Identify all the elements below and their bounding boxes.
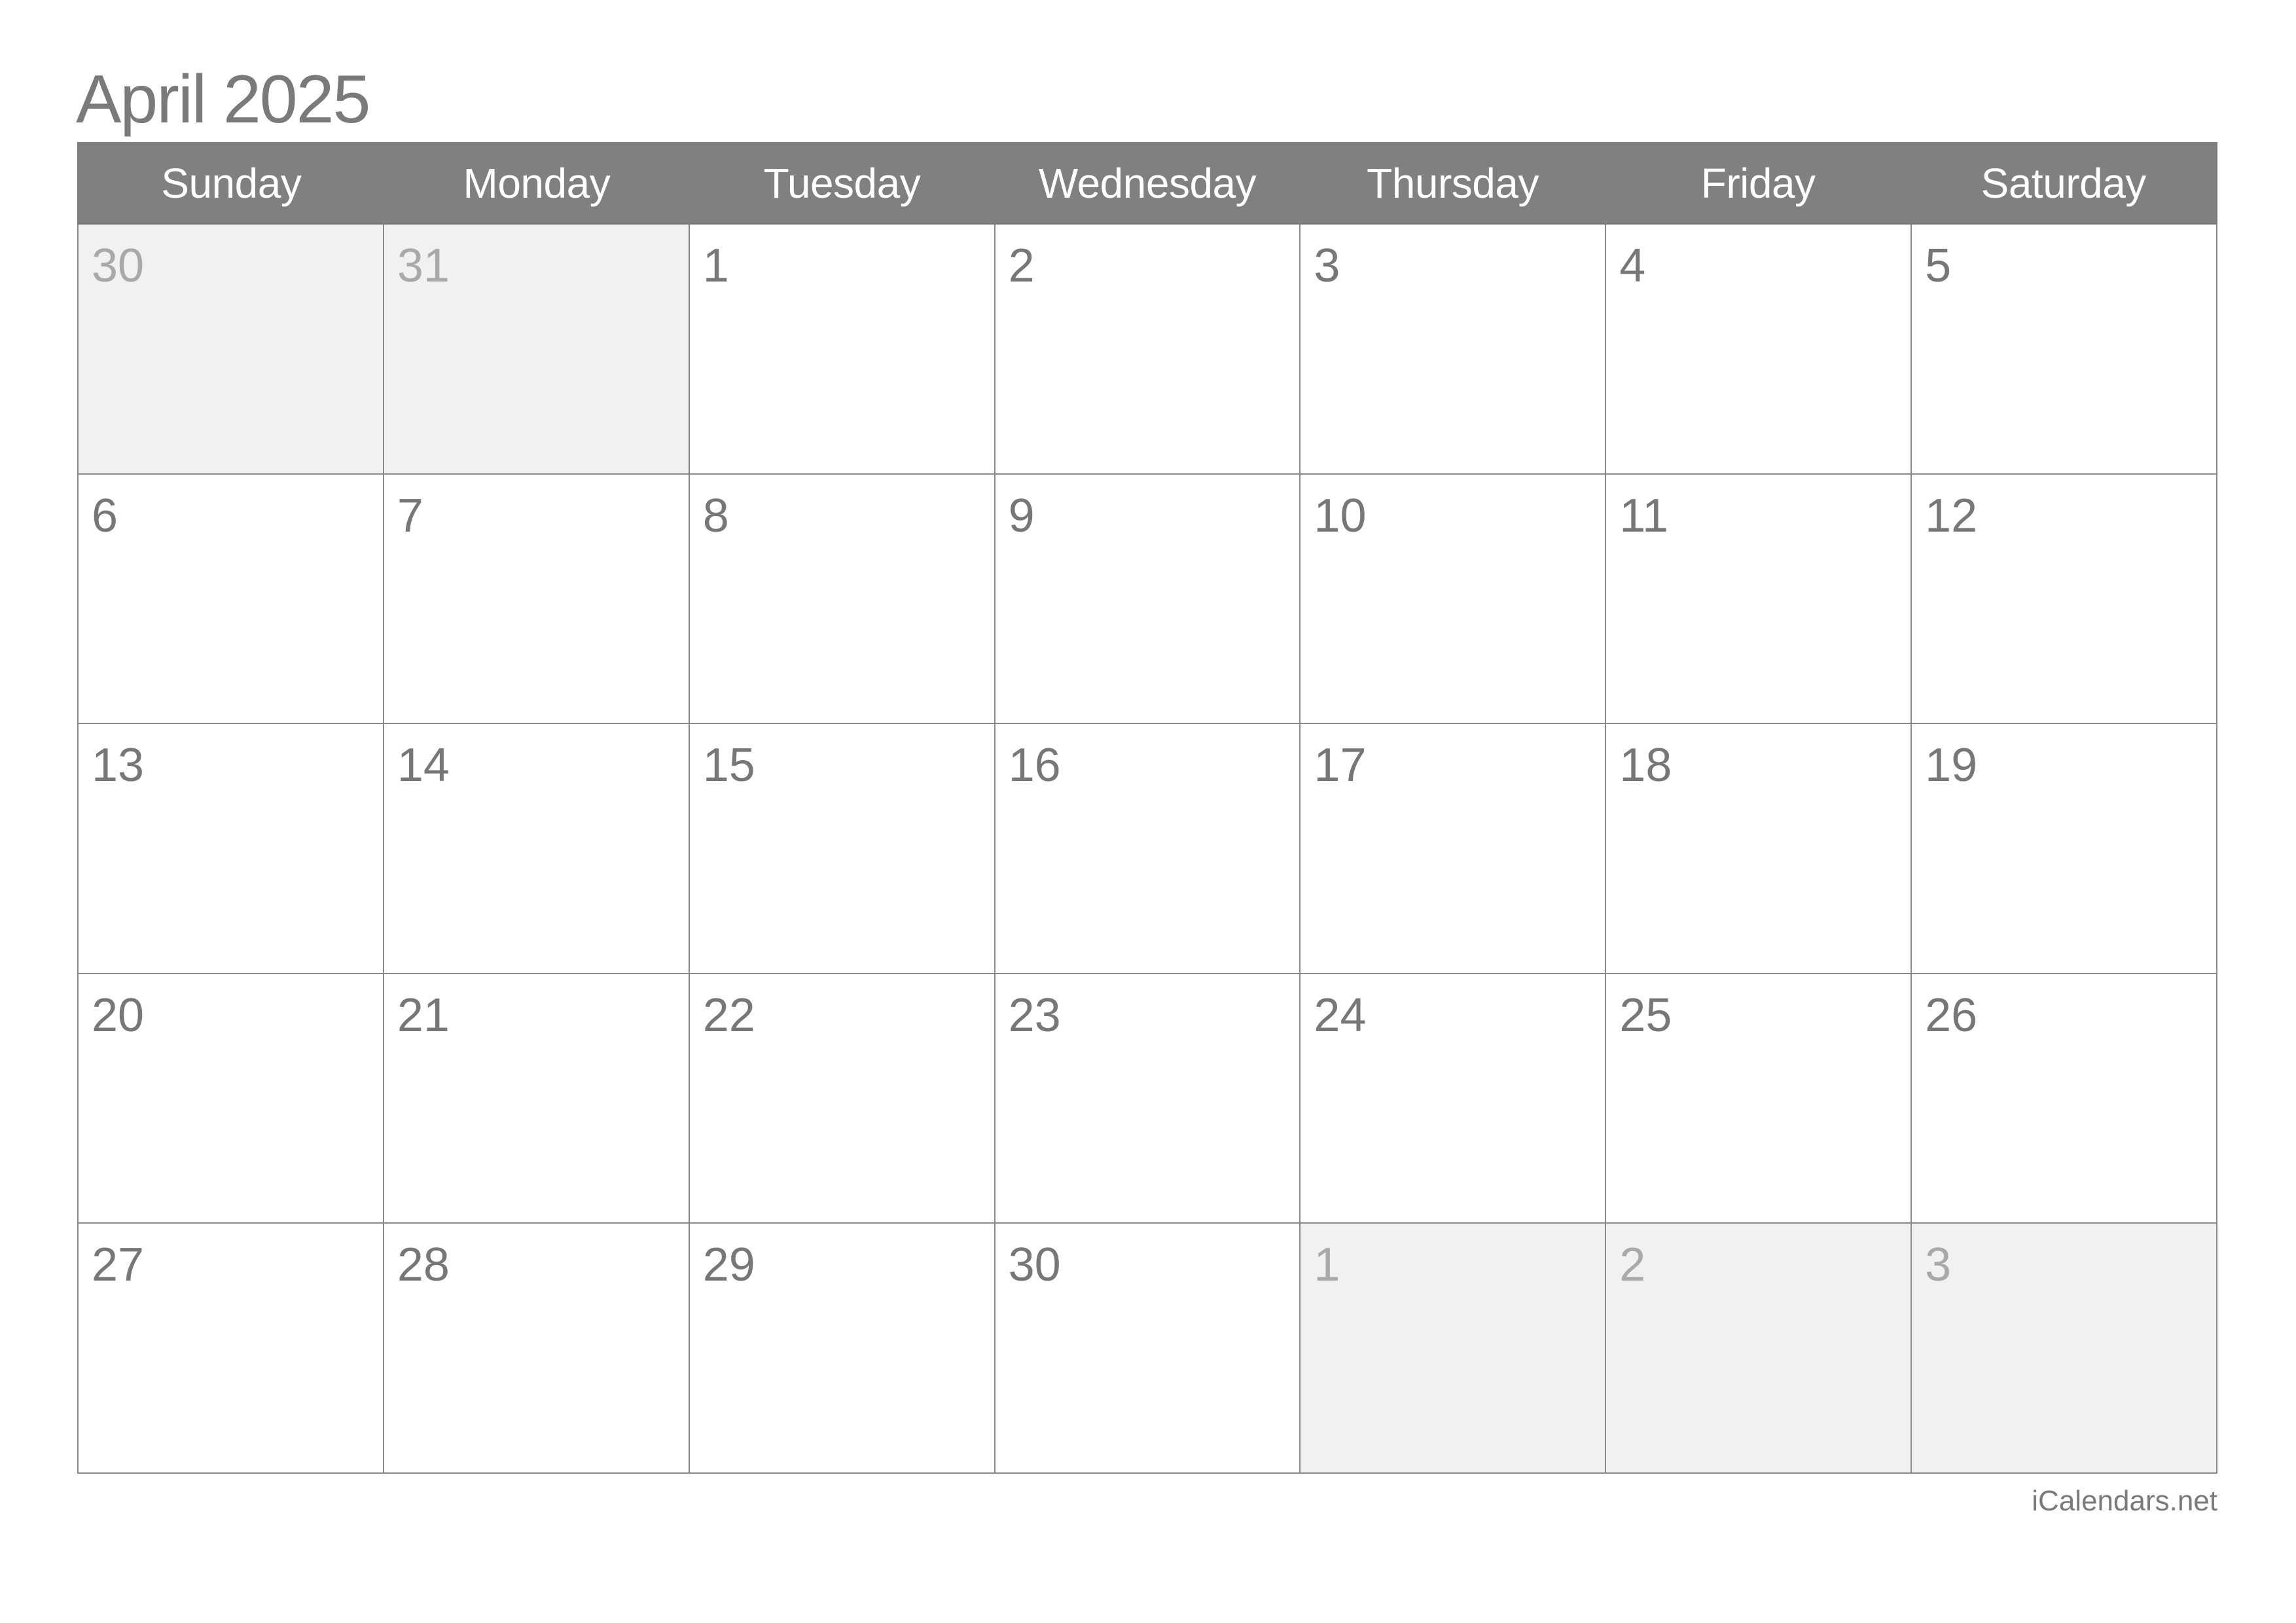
day-number: 12 — [1925, 489, 1978, 542]
day-cell: 25 — [1606, 974, 1912, 1224]
day-cell: 28 — [384, 1224, 690, 1474]
footer-credit: iCalendars.net — [2032, 1485, 2217, 1517]
day-number: 2 — [1619, 1239, 1646, 1292]
day-cell-other-month: 30 — [79, 225, 384, 475]
day-number: 25 — [1619, 989, 1672, 1042]
day-number: 23 — [1008, 989, 1061, 1042]
day-cell: 21 — [384, 974, 690, 1224]
day-number: 11 — [1619, 489, 1669, 542]
day-number: 18 — [1619, 739, 1672, 792]
day-cell: 3 — [1300, 225, 1607, 475]
day-cell: 10 — [1300, 474, 1607, 725]
day-cell: 8 — [689, 474, 996, 725]
weekday-thursday: Thursday — [1367, 160, 1539, 207]
day-cell-other-month: 3 — [1912, 1224, 2217, 1474]
day-number: 28 — [397, 1239, 450, 1292]
day-number: 5 — [1925, 240, 1952, 292]
weekday-sunday: Sunday — [161, 160, 302, 207]
day-cell: 5 — [1912, 225, 2217, 475]
weekday-friday: Friday — [1700, 160, 1816, 207]
day-cell: 29 — [689, 1224, 996, 1474]
day-cell-other-month: 1 — [1300, 1224, 1607, 1474]
calendar-title: April 2025 — [76, 62, 370, 137]
day-number: 30 — [1008, 1239, 1061, 1292]
day-cell: 30 — [995, 1224, 1301, 1474]
day-cell: 19 — [1912, 724, 2217, 974]
day-number: 22 — [702, 989, 755, 1042]
day-number: 13 — [92, 739, 145, 792]
weekday-monday: Monday — [463, 160, 611, 207]
day-cell: 7 — [384, 474, 690, 725]
day-number: 3 — [1925, 1239, 1952, 1292]
day-cell: 23 — [995, 974, 1301, 1224]
day-cell: 18 — [1606, 724, 1912, 974]
day-number: 16 — [1008, 739, 1061, 792]
weekday-header: Sunday Monday Tuesday Wednesday Thursday… — [77, 142, 2217, 225]
weekday-saturday: Saturday — [1981, 160, 2147, 207]
day-number: 6 — [92, 489, 118, 542]
day-number: 3 — [1314, 240, 1340, 292]
day-number: 10 — [1314, 489, 1367, 542]
day-number: 30 — [92, 240, 145, 292]
day-number: 27 — [92, 1239, 145, 1292]
day-cell: 9 — [995, 474, 1301, 725]
day-number: 20 — [92, 989, 145, 1042]
day-number: 1 — [702, 240, 729, 292]
day-number: 31 — [397, 240, 450, 292]
day-cell: 2 — [995, 225, 1301, 475]
weekday-tuesday: Tuesday — [763, 160, 921, 207]
day-cell: 17 — [1300, 724, 1607, 974]
day-cell: 6 — [79, 474, 384, 725]
day-number: 9 — [1008, 489, 1035, 542]
day-cell: 15 — [689, 724, 996, 974]
day-cell: 16 — [995, 724, 1301, 974]
day-number: 7 — [397, 489, 423, 542]
day-number: 15 — [702, 739, 755, 792]
day-cell: 22 — [689, 974, 996, 1224]
day-cell: 1 — [689, 225, 996, 475]
day-number: 29 — [702, 1239, 755, 1292]
day-number: 14 — [397, 739, 450, 792]
day-number: 4 — [1619, 240, 1646, 292]
day-cell: 27 — [79, 1224, 384, 1474]
day-number: 19 — [1925, 739, 1978, 792]
day-number: 2 — [1008, 240, 1035, 292]
day-cell: 26 — [1912, 974, 2217, 1224]
day-number: 17 — [1314, 739, 1367, 792]
day-cell: 13 — [79, 724, 384, 974]
day-cell: 20 — [79, 974, 384, 1224]
day-number: 8 — [702, 489, 729, 542]
month-calendar: Sunday Monday Tuesday Wednesday Thursday… — [77, 142, 2217, 1474]
day-cell: 11 — [1606, 474, 1912, 725]
day-cell-other-month: 31 — [384, 225, 690, 475]
day-cell: 24 — [1300, 974, 1607, 1224]
day-cell: 4 — [1606, 225, 1912, 475]
day-number: 1 — [1314, 1239, 1340, 1292]
day-cell-other-month: 2 — [1606, 1224, 1912, 1474]
day-cell: 14 — [384, 724, 690, 974]
day-grid: 30 31 1 2 3 4 5 6 7 8 9 10 11 12 13 14 15 16 17 18 19 20 21 22 2… — [77, 225, 2217, 1474]
day-number: 26 — [1925, 989, 1978, 1042]
day-number: 21 — [397, 989, 450, 1042]
weekday-wednesday: Wednesday — [1038, 160, 1257, 207]
day-cell: 12 — [1912, 474, 2217, 725]
day-number: 24 — [1314, 989, 1367, 1042]
